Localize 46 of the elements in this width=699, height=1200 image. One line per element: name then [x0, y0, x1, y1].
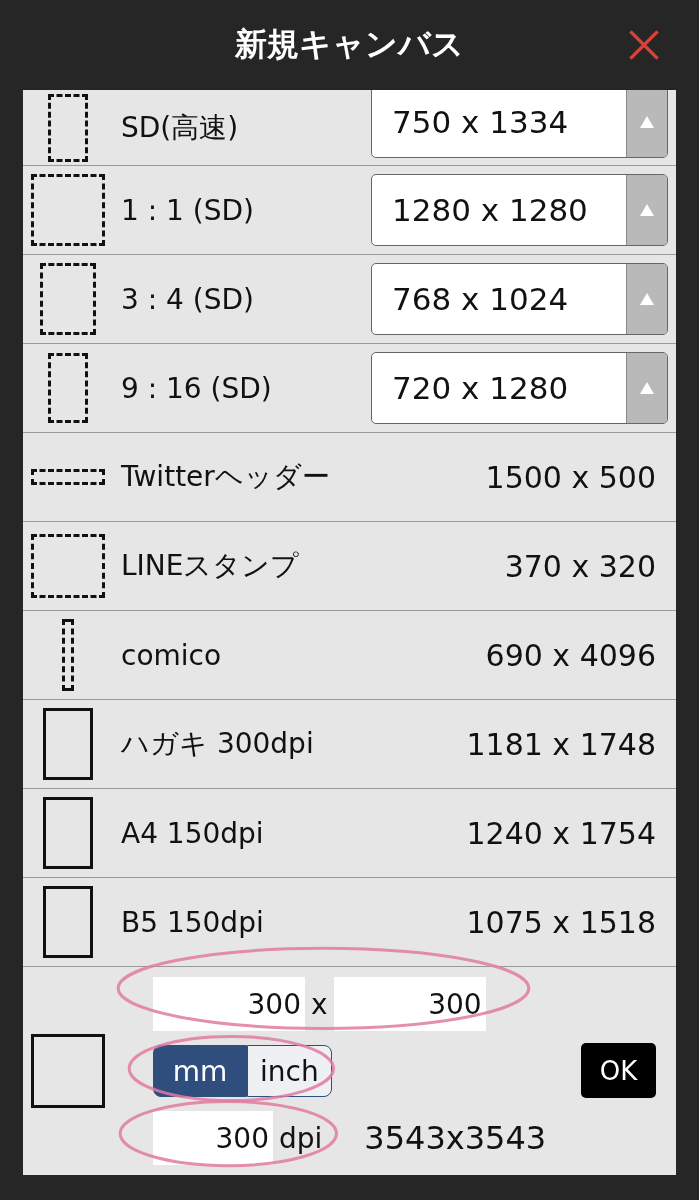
close-icon[interactable] — [627, 28, 661, 62]
ok-button[interactable]: OK — [581, 1043, 656, 1098]
size-value: 370 x 320 — [504, 548, 656, 584]
dpi-unit: dpi — [279, 1121, 323, 1155]
size-select[interactable]: 750 x 1334 — [371, 90, 668, 158]
canvas-frame-icon — [31, 469, 105, 485]
canvas-frame-icon — [31, 534, 105, 598]
up-triangle-icon[interactable] — [640, 382, 654, 394]
up-triangle-icon[interactable] — [640, 115, 654, 128]
canvas-frame-icon — [31, 174, 105, 246]
canvas-frame-icon — [62, 619, 74, 691]
preset-label[interactable]: A4 150dpi — [121, 816, 467, 850]
size-value: 1500 x 500 — [485, 459, 656, 495]
canvas-frame-icon — [48, 353, 88, 423]
dialog-title: 新規キャンバス — [235, 24, 464, 65]
preset-label[interactable]: ハガキ 300dpi — [121, 725, 467, 763]
preset-label[interactable]: B5 150dpi — [121, 905, 467, 939]
size-value: 1075 x 1518 — [466, 904, 656, 940]
up-triangle-icon[interactable] — [640, 204, 654, 216]
size-value: 1181 x 1748 — [466, 726, 656, 762]
canvas-frame-icon — [31, 1034, 105, 1108]
size-select[interactable]: 720 x 1280 — [371, 352, 668, 424]
preset-label[interactable]: Twitterヘッダー — [121, 458, 486, 496]
size-value: 1240 x 1754 — [466, 815, 656, 851]
unit-tab[interactable]: mm — [153, 1045, 247, 1097]
preset-label[interactable]: comico — [121, 638, 486, 672]
size-select[interactable]: 768 x 1024 — [371, 263, 668, 335]
preset-label[interactable]: 1 : 1 (SD) — [121, 193, 371, 227]
preset-label[interactable]: SD(高速) — [121, 108, 371, 147]
unit-tab[interactable]: inch — [247, 1045, 332, 1097]
up-triangle-icon[interactable] — [640, 293, 654, 305]
canvas-frame-icon — [43, 886, 93, 958]
dpi-field[interactable]: 300 — [153, 1111, 273, 1165]
size-value: 690 x 4096 — [485, 637, 656, 673]
preset-label[interactable]: 9 : 16 (SD) — [121, 371, 371, 405]
height-field[interactable]: 300 — [333, 977, 486, 1031]
canvas-frame-icon — [43, 797, 93, 869]
width-field[interactable]: 300 — [153, 977, 305, 1031]
size-select[interactable]: 1280 x 1280 — [371, 174, 668, 246]
canvas-frame-icon — [40, 263, 96, 335]
pixel-size: 3543x3543 — [364, 1119, 547, 1157]
canvas-frame-icon — [48, 93, 88, 162]
preset-label[interactable]: LINEスタンプ — [121, 547, 505, 585]
preset-label[interactable]: 3 : 4 (SD) — [121, 282, 371, 316]
canvas-frame-icon — [43, 708, 93, 780]
times-sign: x — [311, 987, 328, 1021]
